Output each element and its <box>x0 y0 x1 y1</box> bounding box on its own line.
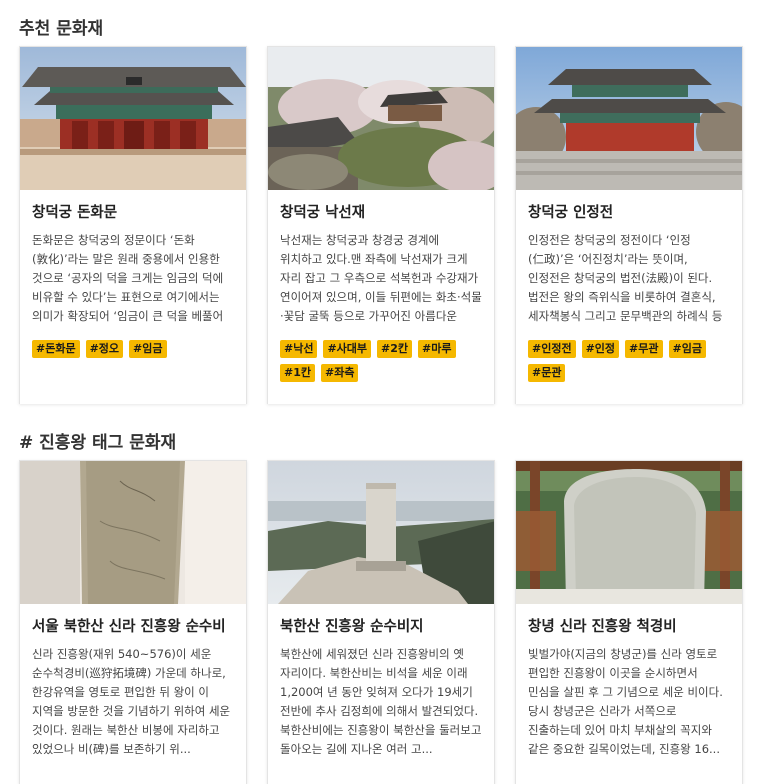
heritage-card[interactable]: 창녕 신라 진흥왕 척경비 빛벌가야(지금의 창녕군)를 신라 영토로 편입한 … <box>515 460 743 784</box>
tag-list: #인정전 #인정 #무관 #임금 #문관 <box>528 340 730 382</box>
nakseonjae-photo <box>268 47 494 190</box>
heritage-card[interactable]: 서울 북한산 신라 진흥왕 순수비 신라 진흥왕(재위 540~576)이 세운… <box>19 460 247 784</box>
tag-list: #낙선 #사대부 #2칸 #마루 #1칸 #좌측 <box>280 340 482 382</box>
tag[interactable]: #무관 <box>625 340 663 358</box>
card-title[interactable]: 창덕궁 인정전 <box>528 204 730 223</box>
heritage-card[interactable]: 창덕궁 인정전 인정전은 창덕궁의 정전이다 ‘인정(仁政)’은 ‘어진정치’라… <box>515 46 743 404</box>
tag[interactable]: #임금 <box>129 340 167 358</box>
tag[interactable]: #문관 <box>528 364 566 382</box>
bibong-site-photo <box>268 461 494 604</box>
card-description: 돈화문은 창덕궁의 정문이다 ‘돈화(敦化)’라는 말은 원래 중용에서 인용한… <box>32 233 224 323</box>
section-title-recommended: 추천 문화재 <box>19 19 104 39</box>
card-description: 낙선재는 창덕궁과 창경궁 경계에 위치하고 있다.맨 좌측에 낙선재가 크게 … <box>280 233 482 323</box>
card-title[interactable]: 서울 북한산 신라 진흥왕 순수비 <box>32 618 234 637</box>
card-description: 신라 진흥왕(재위 540~576)이 세운 순수척경비(巡狩拓境碑) 가운데 … <box>32 647 231 756</box>
card-description: 빛벌가야(지금의 창녕군)를 신라 영토로 편입한 진흥왕이 이곳을 순시하면서… <box>528 647 723 756</box>
heritage-card[interactable]: 창덕궁 낙선재 낙선재는 창덕궁과 창경궁 경계에 위치하고 있다.맨 좌측에 … <box>267 46 495 404</box>
tag[interactable]: #돈화문 <box>32 340 80 358</box>
tag[interactable]: #사대부 <box>323 340 372 358</box>
tag[interactable]: #인정전 <box>528 340 576 358</box>
tag[interactable]: #좌측 <box>321 364 359 382</box>
tag[interactable]: #임금 <box>668 340 706 358</box>
card-title[interactable]: 창녕 신라 진흥왕 척경비 <box>528 618 730 637</box>
changnyeong-stele-photo <box>516 461 742 604</box>
bukhansan-stele-photo <box>20 461 246 604</box>
tag-list: #돈화문 #정오 #임금 <box>32 340 234 358</box>
section-title-jinheung-tag: # 진흥왕 태그 문화재 <box>19 433 177 453</box>
card-description: 북한산에 세워졌던 신라 진흥왕비의 옛 자리이다. 북한산비는 비석을 세운 … <box>280 647 482 756</box>
card-title[interactable]: 창덕궁 낙선재 <box>280 204 482 223</box>
tag[interactable]: #인정 <box>581 340 620 358</box>
tag[interactable]: #2칸 <box>377 340 413 358</box>
tag[interactable]: #1칸 <box>280 364 315 382</box>
donhwamun-photo <box>20 47 246 190</box>
tag[interactable]: #마루 <box>418 340 456 358</box>
injeongjeon-photo <box>516 47 742 190</box>
card-title[interactable]: 북한산 진흥왕 순수비지 <box>280 618 482 637</box>
card-description: 인정전은 창덕궁의 정전이다 ‘인정(仁政)’은 ‘어진정치’라는 뜻이며, 인… <box>528 233 723 323</box>
jinheung-card-grid: 서울 북한산 신라 진흥왕 순수비 신라 진흥왕(재위 540~576)이 세운… <box>19 460 743 784</box>
card-title[interactable]: 창덕궁 돈화문 <box>32 204 234 223</box>
tag[interactable]: #낙선 <box>280 340 318 358</box>
tag[interactable]: #정오 <box>85 340 124 358</box>
heritage-card[interactable]: 북한산 진흥왕 순수비지 북한산에 세워졌던 신라 진흥왕비의 옛 자리이다. … <box>267 460 495 784</box>
heritage-card[interactable]: 창덕궁 돈화문 돈화문은 창덕궁의 정문이다 ‘돈화(敦化)’라는 말은 원래 … <box>19 46 247 404</box>
recommended-card-grid: 창덕궁 돈화문 돈화문은 창덕궁의 정문이다 ‘돈화(敦化)’라는 말은 원래 … <box>19 46 743 404</box>
